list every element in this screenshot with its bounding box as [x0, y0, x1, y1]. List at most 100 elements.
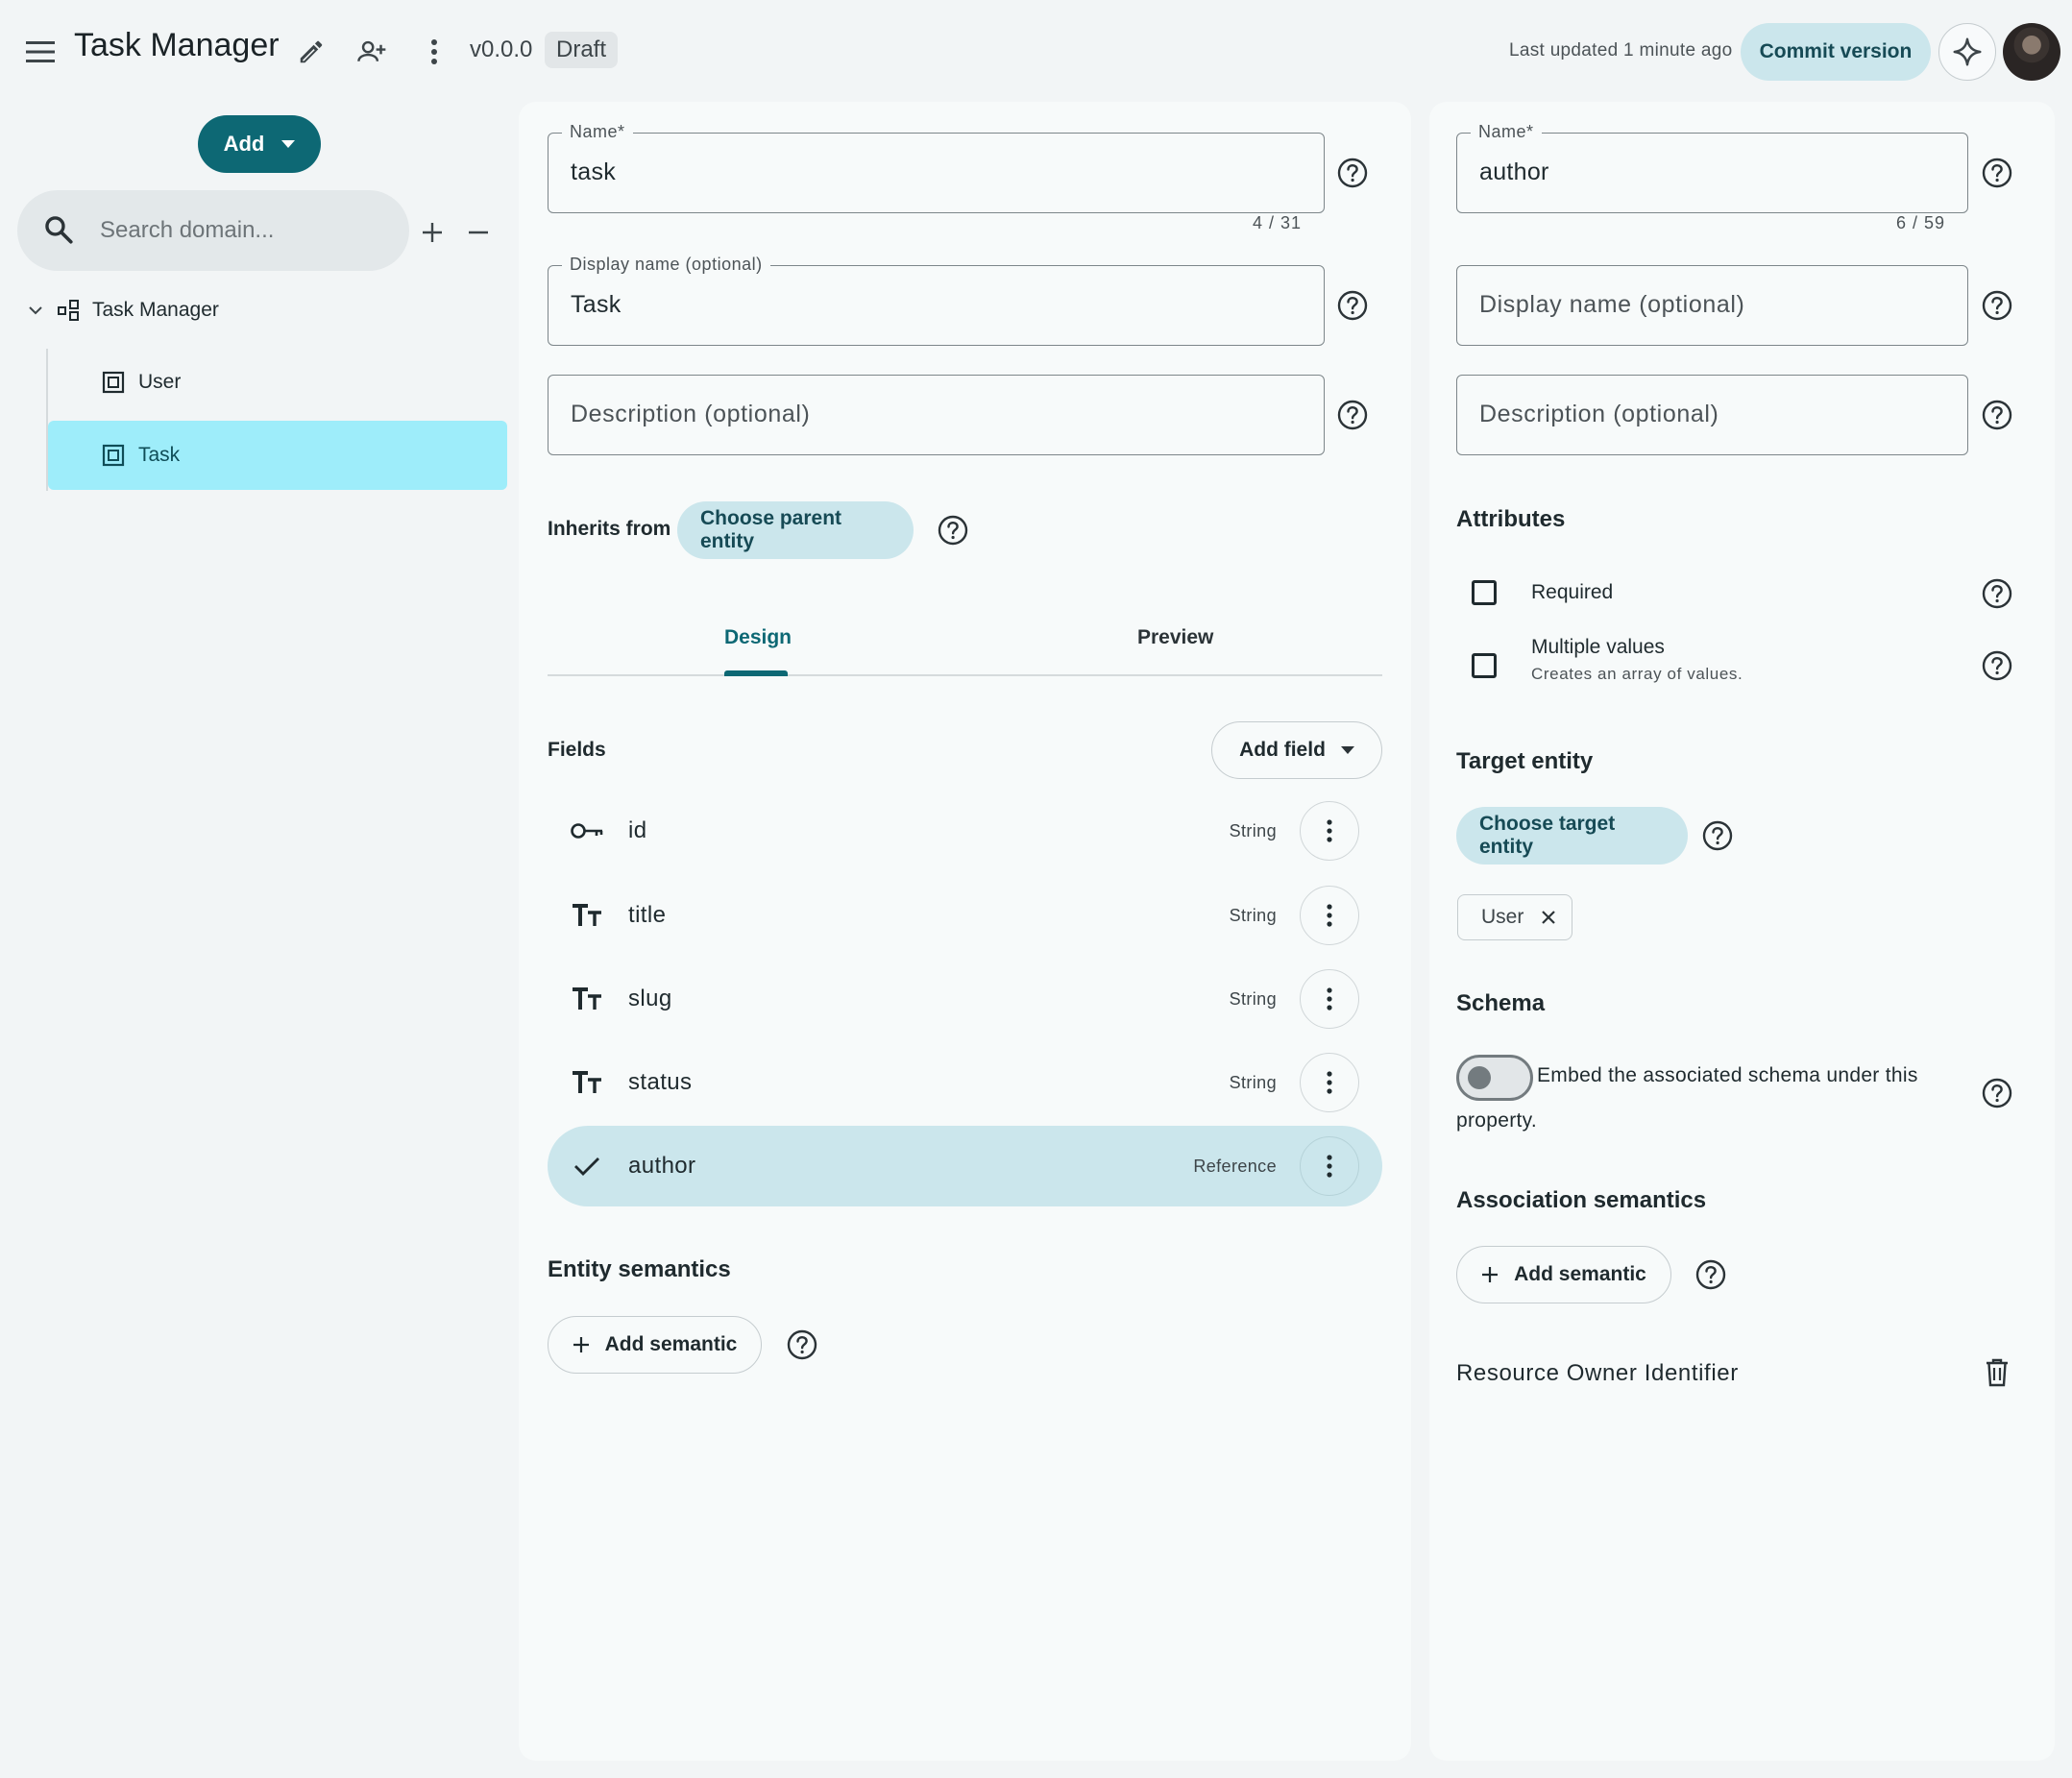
- add-field-label: Add field: [1239, 739, 1326, 761]
- attributes-title: Attributes: [1456, 506, 1566, 532]
- commit-version-button[interactable]: Commit version: [1741, 23, 1931, 81]
- more-vert-icon[interactable]: [1300, 1136, 1359, 1196]
- sidebar-item-user[interactable]: User: [48, 348, 507, 417]
- text-type-icon: [569, 898, 605, 933]
- more-vert-icon[interactable]: [1300, 801, 1359, 861]
- entity-description-field[interactable]: Description (optional): [548, 375, 1325, 455]
- add-association-semantic-button[interactable]: Add semantic: [1456, 1246, 1671, 1303]
- tree-root-task-manager[interactable]: Task Manager: [29, 294, 219, 327]
- more-vert-icon[interactable]: [1300, 969, 1359, 1029]
- search-icon: [45, 216, 73, 244]
- expand-all-icon[interactable]: [413, 213, 451, 252]
- property-name-input[interactable]: author: [1479, 158, 1549, 186]
- help-icon[interactable]: [787, 1329, 817, 1360]
- field-row-id[interactable]: id String: [548, 791, 1382, 871]
- entity-icon: [102, 444, 125, 467]
- semantic-item-resource-owner: Resource Owner Identifier: [1456, 1360, 1739, 1386]
- tab-design[interactable]: Design: [724, 626, 792, 649]
- entity-display-name-input[interactable]: Task: [571, 291, 622, 319]
- close-icon[interactable]: [1541, 910, 1556, 925]
- fields-title: Fields: [548, 739, 606, 761]
- edit-icon[interactable]: [290, 31, 332, 73]
- entity-description-input[interactable]: Description (optional): [571, 401, 810, 428]
- tab-preview[interactable]: Preview: [1137, 626, 1213, 649]
- field-row-author[interactable]: author Reference: [548, 1126, 1382, 1206]
- required-label: Required: [1531, 581, 1614, 603]
- property-description-input[interactable]: Description (optional): [1479, 401, 1719, 428]
- entity-icon: [102, 371, 125, 394]
- help-icon[interactable]: [1982, 158, 2012, 188]
- help-icon[interactable]: [1337, 400, 1368, 430]
- field-name: title: [628, 902, 667, 928]
- inherits-from-label: Inherits from: [548, 518, 671, 540]
- last-updated-text: Last updated 1 minute ago: [1509, 40, 1733, 61]
- target-entity-chip-label: User: [1481, 906, 1524, 928]
- add-button[interactable]: Add: [198, 115, 321, 173]
- search-domain-field[interactable]: Search domain...: [17, 190, 409, 271]
- help-icon[interactable]: [1982, 400, 2012, 430]
- toggle-knob: [1468, 1066, 1491, 1089]
- field-type: String: [1229, 989, 1277, 1009]
- help-icon[interactable]: [1982, 650, 2012, 681]
- more-vert-icon[interactable]: [1300, 1053, 1359, 1112]
- help-icon[interactable]: [938, 515, 968, 546]
- sidebar-item-task[interactable]: Task: [48, 421, 507, 490]
- target-entity-chip[interactable]: User: [1457, 894, 1572, 940]
- choose-parent-entity-button[interactable]: Choose parent entity: [677, 501, 914, 559]
- choose-target-entity-button[interactable]: Choose target entity: [1456, 807, 1688, 865]
- schema-title: Schema: [1456, 990, 1546, 1016]
- version-label: v0.0.0: [470, 37, 533, 62]
- text-type-icon: [569, 982, 605, 1016]
- help-icon[interactable]: [1982, 1078, 2012, 1108]
- entity-name-field[interactable]: Name* task: [548, 122, 1325, 213]
- field-type: String: [1229, 906, 1277, 925]
- multiple-values-checkbox[interactable]: [1472, 653, 1497, 678]
- add-entity-semantic-button[interactable]: Add semantic: [548, 1316, 762, 1374]
- property-name-label: Name*: [1471, 122, 1542, 142]
- help-icon[interactable]: [1982, 578, 2012, 609]
- avatar[interactable]: [2003, 23, 2060, 81]
- field-row-slug[interactable]: slug String: [548, 959, 1382, 1039]
- add-person-icon[interactable]: [352, 31, 394, 73]
- sidebar-item-label: User: [138, 371, 182, 393]
- collapse-all-icon[interactable]: [459, 213, 498, 252]
- embed-schema-label-continued: property.: [1456, 1109, 1538, 1132]
- entity-display-name-label: Display name (optional): [562, 255, 770, 275]
- sidebar-item-label: Task: [138, 444, 181, 466]
- tree-root-label: Task Manager: [92, 299, 219, 321]
- help-icon[interactable]: [1695, 1259, 1726, 1290]
- more-vert-icon[interactable]: [1300, 886, 1359, 945]
- add-field-button[interactable]: Add field: [1211, 721, 1382, 779]
- arrow-drop-down-icon: [281, 140, 296, 148]
- key-icon: [569, 814, 605, 848]
- property-display-name-input[interactable]: Display name (optional): [1479, 291, 1744, 319]
- app-title: Task Manager: [74, 27, 280, 63]
- chevron-down-icon[interactable]: [29, 305, 42, 315]
- help-icon[interactable]: [1702, 820, 1733, 851]
- help-icon[interactable]: [1982, 290, 2012, 321]
- property-name-field[interactable]: Name* author: [1456, 122, 1968, 213]
- sparkle-icon[interactable]: [1938, 23, 1996, 81]
- top-app-bar: Task Manager v0.0.0 Draft Last updated 1…: [0, 0, 2072, 102]
- property-description-field[interactable]: Description (optional): [1456, 375, 1968, 455]
- required-checkbox[interactable]: [1472, 580, 1497, 605]
- field-name: status: [628, 1069, 693, 1095]
- menu-icon[interactable]: [19, 31, 61, 73]
- field-row-status[interactable]: status String: [548, 1042, 1382, 1123]
- more-vert-icon[interactable]: [413, 31, 455, 73]
- arrow-drop-down-icon: [1340, 746, 1354, 754]
- search-input[interactable]: Search domain...: [100, 217, 274, 244]
- add-semantic-label: Add semantic: [1514, 1263, 1646, 1285]
- entity-display-name-field[interactable]: Display name (optional) Task: [548, 255, 1325, 346]
- status-badge: Draft: [545, 32, 619, 68]
- field-row-title[interactable]: title String: [548, 875, 1382, 956]
- embed-schema-toggle[interactable]: [1456, 1055, 1533, 1101]
- domain-icon: [58, 300, 79, 321]
- help-icon[interactable]: [1337, 158, 1368, 188]
- plus-icon: [573, 1337, 589, 1352]
- help-icon[interactable]: [1337, 290, 1368, 321]
- entity-name-input[interactable]: task: [571, 158, 616, 186]
- add-semantic-label: Add semantic: [604, 1333, 738, 1355]
- property-display-name-field[interactable]: Display name (optional): [1456, 265, 1968, 346]
- delete-icon[interactable]: [1979, 1354, 2015, 1391]
